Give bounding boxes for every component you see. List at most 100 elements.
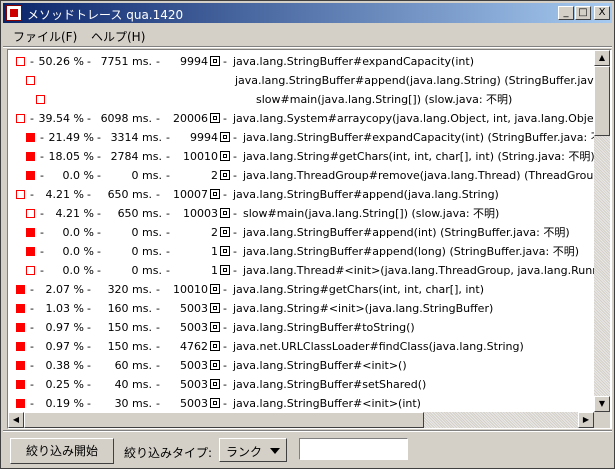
trace-row[interactable]: -21.49 % -3314 ms. -9994- java.lang.StringB…	[8, 128, 594, 147]
hollow-marker-icon	[26, 209, 35, 218]
scroll-right-arrow-icon[interactable]: ▶	[578, 412, 594, 428]
trace-row[interactable]: -0.38 % -60 ms. -5003- java.lang.StringBuff…	[8, 356, 594, 375]
hollow-marker-icon	[16, 57, 25, 66]
row-count: 10003	[183, 207, 218, 220]
row-count: 1	[211, 245, 218, 258]
filled-marker-icon	[16, 285, 25, 294]
row-method: java.lang.System#arraycopy(java.lang.Obj…	[233, 112, 594, 125]
row-method: java.lang.String#<init>(java.lang.String…	[233, 302, 494, 315]
trace-row[interactable]: -0.0 % -0 ms. -1- java.lang.Thread#<init>(j…	[8, 261, 594, 280]
row-time: 2784 ms.	[110, 150, 162, 163]
filter-type-select[interactable]: ランク	[219, 438, 287, 462]
trace-row[interactable]: -39.54 % -6098 ms. -20006- java.lang.System…	[8, 109, 594, 128]
row-method: java.lang.StringBuffer#append(java.lang.…	[233, 188, 499, 201]
scroll-corner	[594, 412, 610, 428]
row-count: 20006	[173, 112, 208, 125]
scroll-left-arrow-icon[interactable]: ◀	[8, 412, 24, 428]
trace-row[interactable]: java.lang.StringBuffer#append(java.lang.…	[8, 71, 594, 90]
menu-help[interactable]: ヘルプ(H)	[91, 28, 145, 45]
row-separator: -	[223, 283, 227, 296]
row-time: 0 ms.	[131, 264, 162, 277]
row-method: java.lang.ThreadGroup#remove(java.lang.T…	[243, 169, 594, 182]
row-percent: 21.49 %	[48, 131, 94, 144]
filled-marker-icon	[26, 133, 35, 142]
trace-row[interactable]: -0.0 % -0 ms. -1- java.lang.StringBuffer#ap…	[8, 242, 594, 261]
row-time: 0 ms.	[131, 226, 162, 239]
vertical-scrollbar[interactable]: ▲ ▼	[594, 50, 610, 412]
row-separator: -	[223, 188, 227, 201]
row-separator: -	[223, 302, 227, 315]
row-separator: -	[223, 359, 227, 372]
java-app-icon[interactable]	[6, 5, 22, 21]
row-method: java.lang.StringBuffer#append(java.lang.…	[235, 74, 594, 87]
row-count: 5003	[180, 321, 208, 334]
row-percent: 0.19 %	[45, 397, 84, 410]
row-method: java.lang.StringBuffer#expandCapacity(in…	[243, 131, 594, 144]
row-time: 40 ms.	[114, 378, 152, 391]
trace-row[interactable]: -4.21 % -650 ms. -10007- java.lang.StringBu…	[8, 185, 594, 204]
row-method: java.lang.StringBuffer#<init>(int)	[233, 397, 421, 410]
trace-row[interactable]: -18.05 % -2784 ms. -10010- java.lang.String…	[8, 147, 594, 166]
trace-row[interactable]: -0.0 % -0 ms. -2- java.lang.StringBuffer#ap…	[8, 223, 594, 242]
row-percent: 39.54 %	[38, 112, 84, 125]
trace-row[interactable]: -0.19 % -30 ms. -5003- java.lang.StringBuff…	[8, 394, 594, 412]
trace-row[interactable]: -0.97 % -150 ms. -4762- java.net.URLClassLo…	[8, 337, 594, 356]
row-separator: -	[223, 55, 227, 68]
method-tag-icon	[220, 208, 230, 218]
row-count: 5003	[180, 359, 208, 372]
row-count: 9994	[180, 55, 208, 68]
row-method: java.lang.StringBuffer#append(int) (Stri…	[243, 226, 570, 239]
scroll-down-arrow-icon[interactable]: ▼	[594, 396, 610, 412]
method-tag-icon	[210, 303, 220, 313]
method-trace-window: メソッドトレース qua.1420 _ □ X ファイル(F) ヘルプ(H) -…	[0, 0, 615, 469]
row-percent: 0.97 %	[45, 321, 84, 334]
trace-row[interactable]: -2.07 % -320 ms. -10010- java.lang.String#g…	[8, 280, 594, 299]
row-time: 6098 ms.	[100, 112, 152, 125]
row-separator: -	[223, 112, 227, 125]
row-count: 1	[211, 264, 218, 277]
close-button[interactable]: X	[594, 6, 610, 20]
trace-row[interactable]: -4.21 % -650 ms. -10003- slow#main(java.lan…	[8, 204, 594, 223]
dropdown-arrow-icon[interactable]	[270, 448, 280, 454]
row-time: 320 ms.	[107, 283, 152, 296]
row-separator: -	[233, 226, 237, 239]
row-time: 150 ms.	[107, 321, 152, 334]
trace-row[interactable]: -50.26 % -7751 ms. -9994- java.lang.StringB…	[8, 52, 594, 71]
row-count: 2	[211, 169, 218, 182]
filter-start-button[interactable]: 絞り込み開始	[10, 438, 114, 464]
maximize-button[interactable]: □	[575, 6, 591, 20]
menu-bar: ファイル(F) ヘルプ(H)	[3, 25, 612, 45]
trace-row[interactable]: -1.03 % -160 ms. -5003- java.lang.String#<i…	[8, 299, 594, 318]
trace-tree-panel: -50.26 % -7751 ms. -9994- java.lang.StringB…	[7, 49, 612, 429]
horizontal-scroll-thumb[interactable]	[24, 412, 424, 428]
horizontal-scrollbar[interactable]: ◀ ▶	[8, 412, 594, 428]
row-time: 30 ms.	[114, 397, 152, 410]
menu-file[interactable]: ファイル(F)	[13, 28, 77, 45]
trace-row[interactable]: -0.0 % -0 ms. -2- java.lang.ThreadGroup#rem…	[8, 166, 594, 185]
trace-row[interactable]: slow#main(java.lang.String[]) (slow.java…	[8, 90, 594, 109]
row-count: 10007	[173, 188, 208, 201]
row-time: 60 ms.	[114, 359, 152, 372]
title-bar[interactable]: メソッドトレース qua.1420 _ □ X	[3, 3, 612, 23]
row-time: 160 ms.	[107, 302, 152, 315]
method-tag-icon	[210, 322, 220, 332]
trace-row[interactable]: -0.97 % -150 ms. -5003- java.lang.StringBuf…	[8, 318, 594, 337]
method-tag-icon	[220, 151, 230, 161]
trace-row[interactable]: -0.25 % -40 ms. -5003- java.lang.StringBuff…	[8, 375, 594, 394]
row-count: 4762	[180, 340, 208, 353]
row-method: slow#main(java.lang.String[]) (slow.java…	[243, 207, 500, 220]
minimize-button[interactable]: _	[558, 6, 574, 20]
row-percent: 4.21 %	[45, 188, 84, 201]
hollow-marker-icon	[26, 266, 35, 275]
scroll-up-arrow-icon[interactable]: ▲	[594, 50, 610, 66]
filled-marker-icon	[16, 304, 25, 313]
row-percent: 2.07 %	[45, 283, 84, 296]
filled-marker-icon	[26, 228, 35, 237]
trace-tree[interactable]: -50.26 % -7751 ms. -9994- java.lang.StringB…	[8, 50, 594, 412]
row-method: java.lang.String#getChars(int, int, char…	[233, 283, 484, 296]
filter-type-value: ランク	[226, 445, 263, 459]
filter-text-input[interactable]	[299, 438, 408, 460]
vertical-scroll-thumb[interactable]	[594, 66, 610, 136]
row-percent: 0.0 %	[62, 245, 94, 258]
row-percent: 0.25 %	[45, 378, 84, 391]
